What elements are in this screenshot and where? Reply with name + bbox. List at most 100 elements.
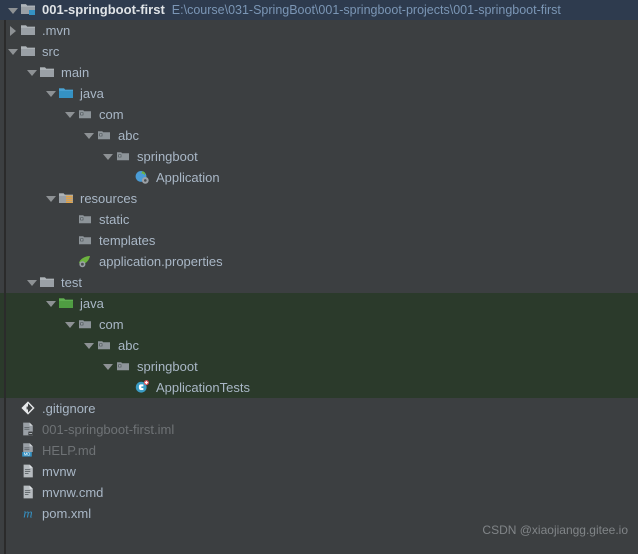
- expand-arrow-icon[interactable]: [6, 0, 20, 21]
- tree-row[interactable]: resources: [0, 188, 638, 209]
- tree-row-label: com: [99, 107, 124, 122]
- package-icon: [96, 337, 114, 355]
- tree-row-label: resources: [80, 191, 138, 206]
- no-arrow-spacer: [6, 398, 20, 419]
- no-arrow-spacer: [63, 251, 77, 272]
- tree-row-label: mvnw: [42, 464, 76, 479]
- package-icon: [77, 232, 95, 250]
- expand-arrow-icon[interactable]: [25, 272, 39, 293]
- tree-row[interactable]: abc: [0, 335, 638, 356]
- tree-row[interactable]: test: [0, 272, 638, 293]
- text-file-icon: [20, 463, 38, 481]
- expand-arrow-icon[interactable]: [25, 62, 39, 83]
- project-file-tree[interactable]: 001-springboot-first E:\course\031-Spring…: [0, 0, 638, 524]
- module-folder-icon: [20, 1, 38, 19]
- tree-row-label: static: [99, 212, 130, 227]
- tree-row-project-root[interactable]: 001-springboot-first E:\course\031-Spring…: [0, 0, 638, 20]
- tree-row-label: HELP.md: [42, 443, 96, 458]
- no-arrow-spacer: [6, 419, 20, 440]
- tree-row[interactable]: com: [0, 104, 638, 125]
- tree-row[interactable]: mvnw.cmd: [0, 482, 638, 503]
- tree-row[interactable]: templates: [0, 230, 638, 251]
- properties-file-icon: [77, 253, 95, 271]
- no-arrow-spacer: [6, 503, 20, 524]
- tree-row[interactable]: 001-springboot-first.iml: [0, 419, 638, 440]
- source-root-icon: [58, 85, 76, 103]
- collapse-arrow-icon[interactable]: [6, 20, 20, 41]
- tree-row-label: main: [61, 65, 90, 80]
- tree-row[interactable]: application.properties: [0, 251, 638, 272]
- project-root-name: 001-springboot-first: [42, 2, 165, 17]
- tree-row-label: java: [80, 296, 104, 311]
- no-arrow-spacer: [120, 167, 134, 188]
- expand-arrow-icon[interactable]: [44, 293, 58, 314]
- tree-row[interactable]: static: [0, 209, 638, 230]
- no-arrow-spacer: [6, 482, 20, 503]
- expand-arrow-icon[interactable]: [101, 146, 115, 167]
- folder-icon: [39, 64, 57, 82]
- watermark-text: CSDN @xiaojiangg.gitee.io: [482, 523, 628, 537]
- tree-row[interactable]: .gitignore: [0, 398, 638, 419]
- expand-arrow-icon[interactable]: [44, 188, 58, 209]
- expand-arrow-icon[interactable]: [101, 356, 115, 377]
- tree-row[interactable]: abc: [0, 125, 638, 146]
- tree-row-label: templates: [99, 233, 156, 248]
- expand-arrow-icon[interactable]: [63, 104, 77, 125]
- no-arrow-spacer: [120, 377, 134, 398]
- expand-arrow-icon[interactable]: [82, 125, 96, 146]
- tree-row-label: .mvn: [42, 23, 71, 38]
- test-class-icon: [134, 379, 152, 397]
- tree-row[interactable]: com: [0, 314, 638, 335]
- tree-row[interactable]: java: [0, 293, 638, 314]
- tree-row[interactable]: springboot: [0, 146, 638, 167]
- tree-row[interactable]: m pom.xml: [0, 503, 638, 524]
- tree-row[interactable]: springboot: [0, 356, 638, 377]
- tree-row-label: springboot: [137, 149, 198, 164]
- tree-row[interactable]: mvnw: [0, 461, 638, 482]
- tree-row-label: springboot: [137, 359, 198, 374]
- tree-row-label: test: [61, 275, 82, 290]
- expand-arrow-icon[interactable]: [82, 335, 96, 356]
- no-arrow-spacer: [6, 461, 20, 482]
- tree-row-label: pom.xml: [42, 506, 92, 521]
- iml-file-icon: [20, 421, 38, 439]
- tree-row[interactable]: ApplicationTests: [0, 377, 638, 398]
- folder-icon: [20, 22, 38, 40]
- svg-text:MD: MD: [24, 451, 31, 456]
- tree-row-label: .gitignore: [42, 401, 96, 416]
- tree-row[interactable]: main: [0, 62, 638, 83]
- package-icon: [77, 211, 95, 229]
- package-icon: [77, 106, 95, 124]
- tree-row[interactable]: java: [0, 83, 638, 104]
- expand-arrow-icon[interactable]: [44, 83, 58, 104]
- tree-row[interactable]: .mvn: [0, 20, 638, 41]
- svg-text:m: m: [23, 505, 32, 520]
- tree-row[interactable]: MD HELP.md: [0, 440, 638, 461]
- tree-row-label: Application: [156, 170, 220, 185]
- tree-row-label: application.properties: [99, 254, 223, 269]
- tree-row-label: mvnw.cmd: [42, 485, 104, 500]
- tree-row[interactable]: Application: [0, 167, 638, 188]
- package-icon: [96, 127, 114, 145]
- expand-arrow-icon[interactable]: [6, 41, 20, 62]
- package-icon: [115, 148, 133, 166]
- left-gutter-divider: [4, 20, 6, 554]
- markdown-file-icon: MD: [20, 442, 38, 460]
- project-tool-window: 001-springboot-first E:\course\031-Spring…: [0, 0, 638, 554]
- project-root-path: E:\course\031-SpringBoot\001-springboot-…: [171, 3, 561, 17]
- springboot-class-icon: [134, 169, 152, 187]
- gitignore-icon: [20, 400, 38, 418]
- no-arrow-spacer: [63, 209, 77, 230]
- tree-row-label: abc: [118, 338, 139, 353]
- tree-row-label: ApplicationTests: [156, 380, 250, 395]
- text-file-icon: [20, 484, 38, 502]
- no-arrow-spacer: [6, 440, 20, 461]
- package-icon: [77, 316, 95, 334]
- tree-row[interactable]: src: [0, 41, 638, 62]
- expand-arrow-icon[interactable]: [63, 314, 77, 335]
- no-arrow-spacer: [63, 230, 77, 251]
- tree-row-label: abc: [118, 128, 139, 143]
- tree-row-label: 001-springboot-first.iml: [42, 422, 175, 437]
- tree-row-label: com: [99, 317, 124, 332]
- resource-root-icon: [58, 190, 76, 208]
